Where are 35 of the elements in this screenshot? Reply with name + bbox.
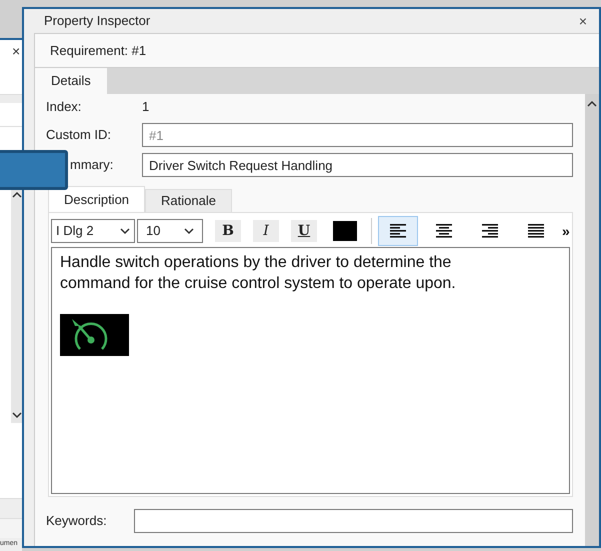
tab[interactable]: Rationale [145, 189, 232, 212]
tab[interactable]: Description [48, 186, 146, 212]
align-justify-icon [527, 224, 545, 238]
close-button[interactable]: × [578, 10, 587, 32]
scroll-up-icon[interactable] [586, 100, 597, 107]
tab[interactable]: Details [35, 68, 107, 94]
field-label: Custom ID: [46, 127, 112, 142]
close-button[interactable]: × [12, 44, 22, 58]
text-field[interactable]: #1 [142, 123, 573, 147]
highlight-box [0, 150, 68, 190]
more-button[interactable]: » [562, 220, 570, 242]
dropdown-caret-icon[interactable] [184, 228, 194, 234]
field-value: 1 [142, 98, 150, 116]
window-title: Property Inspector [44, 12, 150, 30]
dropdown-caret-icon[interactable] [120, 228, 130, 234]
style-dropdown[interactable]: I Dlg 2 [51, 219, 135, 243]
align-left-icon [389, 224, 407, 238]
italic-button[interactable]: I [253, 220, 279, 242]
text-color-button[interactable] [333, 221, 357, 241]
description-editor[interactable]: Handle switch operations by the driver to determine the command for the cruise control system to operate upon. [51, 247, 570, 494]
text-field[interactable]: Driver Switch Request Handling [142, 153, 573, 177]
underline-button[interactable]: U [291, 220, 317, 242]
size-dropdown[interactable]: 10 [137, 219, 203, 243]
bold-button[interactable]: B [215, 220, 241, 242]
align-center-icon [435, 224, 453, 238]
scroll-down-icon[interactable] [12, 412, 22, 419]
scroll-up-icon[interactable] [12, 191, 22, 198]
field-label: mmary: [69, 157, 114, 172]
field-label: Keywords: [46, 513, 107, 528]
align-right-icon [481, 224, 499, 238]
align-left-button[interactable] [378, 216, 418, 246]
header-title: Requirement: #1 [50, 42, 146, 60]
keywords-field[interactable] [134, 509, 573, 533]
field-label: Index: [46, 99, 82, 114]
description-text: Handle switch operations by the driver to determine the command for the cruise control system to operate upon. [60, 253, 457, 294]
